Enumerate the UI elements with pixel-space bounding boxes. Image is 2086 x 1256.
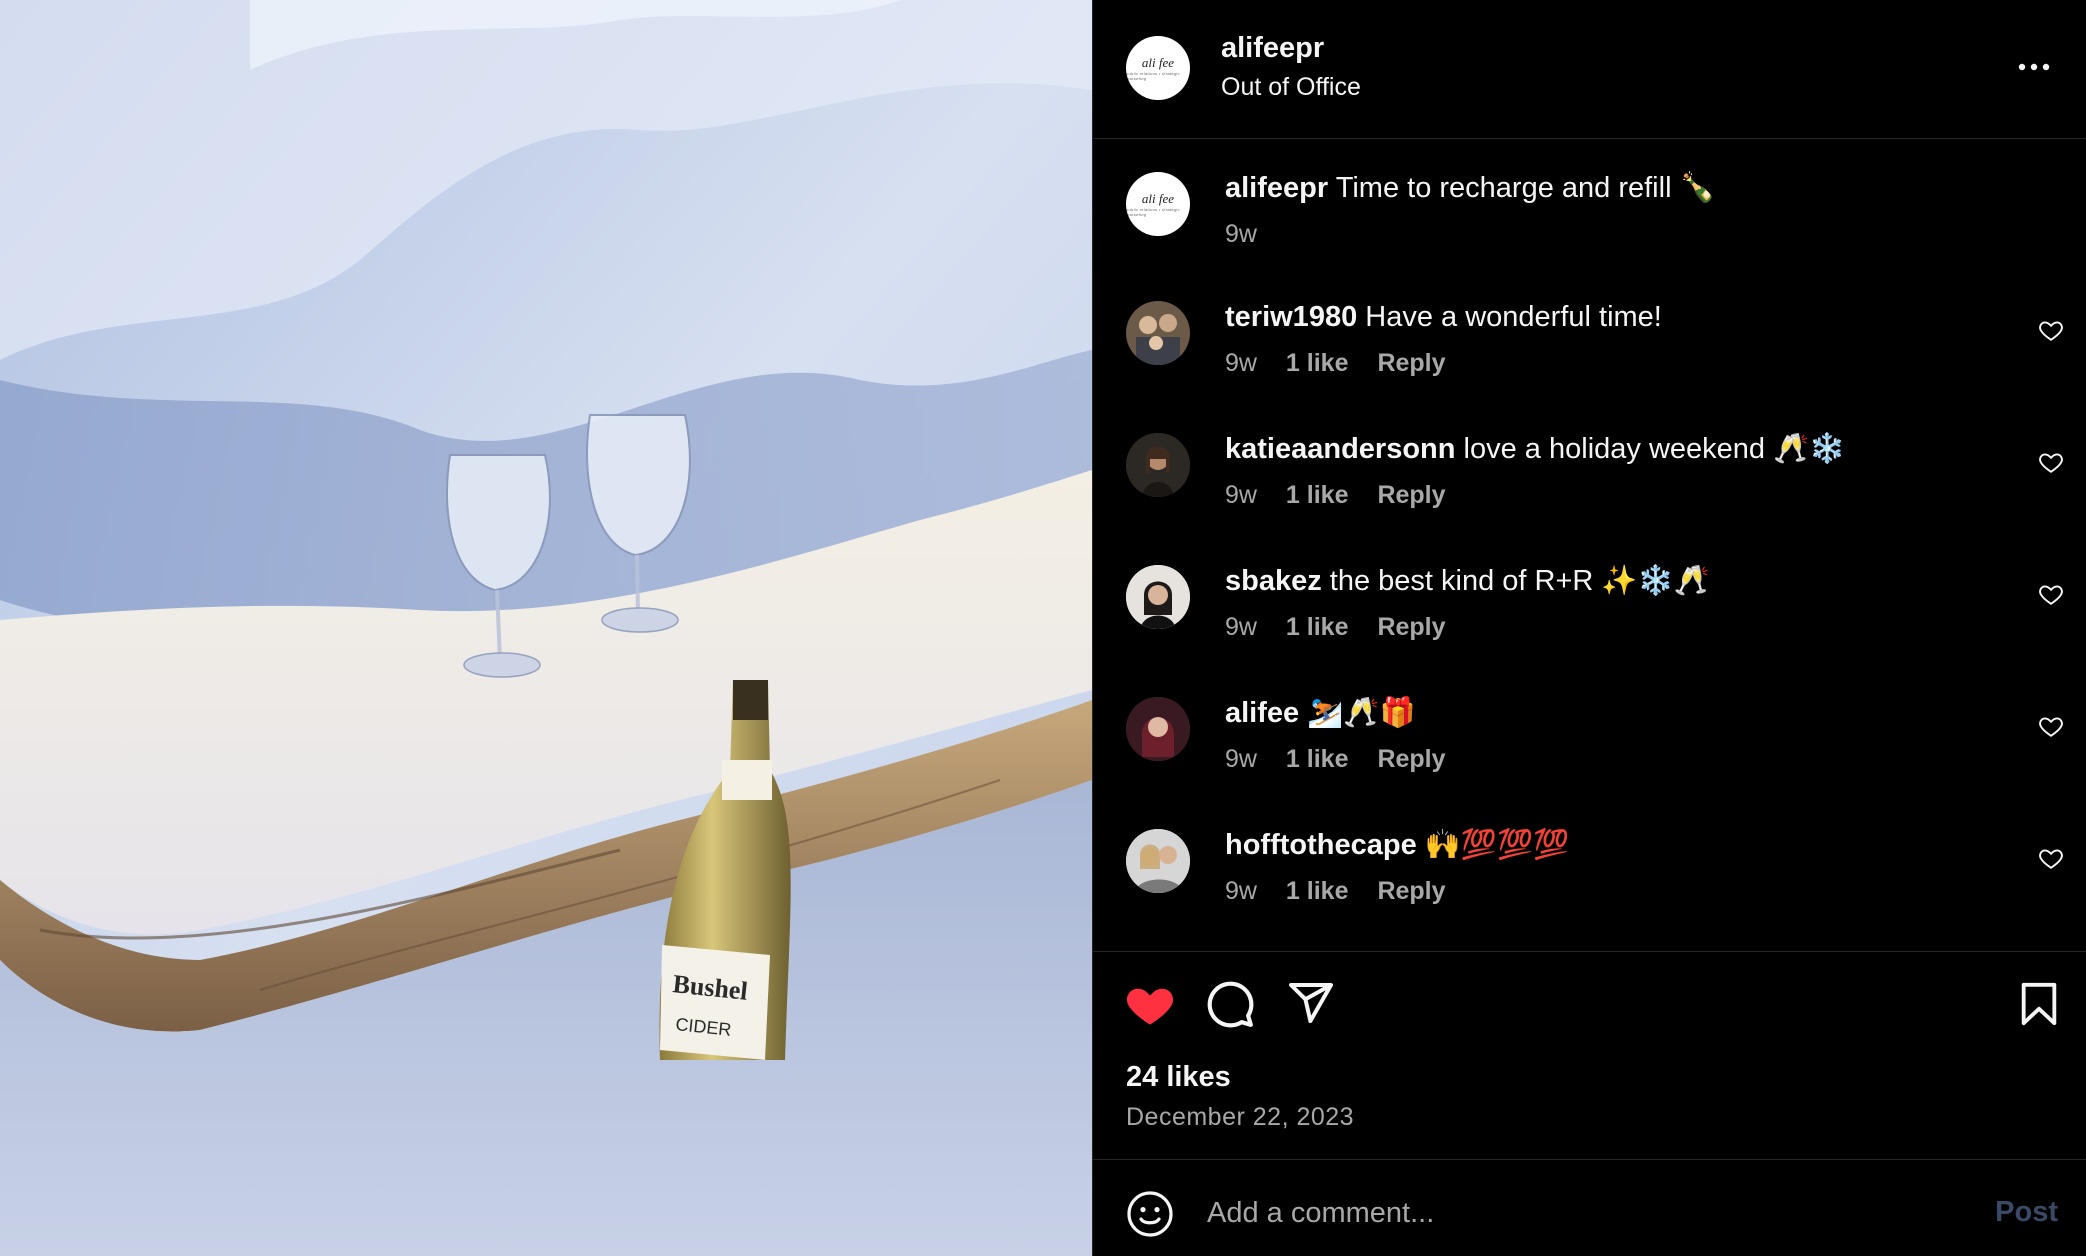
heart-outline-icon[interactable] [2038, 449, 2064, 475]
post-date[interactable]: December 22, 2023 [1126, 1103, 1354, 1132]
comment-time[interactable]: 9w [1225, 877, 1257, 905]
comment-text: Have a wonderful time! [1365, 301, 1662, 333]
share-icon[interactable] [1287, 979, 1335, 1027]
comment-meta: 9w 1 like Reply [1225, 613, 1468, 642]
reply-button[interactable]: Reply [1377, 613, 1445, 641]
heart-outline-icon[interactable] [2038, 713, 2064, 739]
comment-input[interactable] [1205, 1186, 1929, 1240]
snow-scene-illustration: Bushel CIDER [0, 0, 1092, 1256]
comment-time[interactable]: 9w [1225, 745, 1257, 773]
reply-button[interactable]: Reply [1377, 745, 1445, 773]
instagram-post-view: Bushel CIDER ali fee public relations • … [0, 0, 2086, 1256]
caption-avatar[interactable]: ali fee public relations • strategic mar… [1126, 172, 1190, 236]
commenter-avatar[interactable] [1126, 433, 1190, 497]
comment-meta: 9w 1 like Reply [1225, 481, 1468, 510]
comment-likes[interactable]: 1 like [1286, 613, 1349, 641]
comment-meta: 9w 1 like Reply [1225, 349, 1468, 378]
author-avatar[interactable]: ali fee public relations • strategic mar… [1126, 36, 1190, 100]
comment-username[interactable]: teriw1980 [1225, 301, 1357, 333]
caption: ali fee public relations • strategic mar… [1093, 170, 2086, 280]
reply-button[interactable]: Reply [1377, 481, 1445, 509]
commenter-avatar[interactable] [1126, 697, 1190, 761]
post-header: ali fee public relations • strategic mar… [1093, 0, 2086, 139]
reply-button[interactable]: Reply [1377, 877, 1445, 905]
caption-username[interactable]: alifeepr [1225, 172, 1328, 204]
more-icon[interactable] [2016, 52, 2052, 82]
comment-likes[interactable]: 1 like [1286, 877, 1349, 905]
author-username[interactable]: alifeepr [1221, 32, 1324, 65]
commenter-avatar[interactable] [1126, 301, 1190, 365]
comment-time[interactable]: 9w [1225, 481, 1257, 509]
comment-text-line: hofftothecape 🙌💯💯💯 [1225, 827, 1569, 863]
reply-button[interactable]: Reply [1377, 349, 1445, 377]
caption-text-line: alifeepr Time to recharge and refill 🍾 [1225, 170, 1716, 206]
caption-meta: 9w [1225, 220, 1279, 249]
comment-composer: Post [1093, 1160, 2086, 1256]
comment-item: teriw1980 Have a wonderful time! 9w 1 li… [1093, 299, 2086, 409]
heart-outline-icon[interactable] [2038, 581, 2064, 607]
comment-item: alifee ⛷️🥂🎁 9w 1 like Reply [1093, 695, 2086, 805]
post-details-panel: ali fee public relations • strategic mar… [1093, 0, 2086, 1256]
comment-text: ⛷️🥂🎁 [1307, 697, 1416, 729]
comment-username[interactable]: hofftothecape [1225, 829, 1417, 861]
comment-time[interactable]: 9w [1225, 613, 1257, 641]
comment-text: 🙌💯💯💯 [1424, 829, 1570, 861]
comment-username[interactable]: sbakez [1225, 565, 1322, 597]
bookmark-icon[interactable] [2019, 981, 2059, 1027]
comment-item: sbakez the best kind of R+R ✨❄️🥂 9w 1 li… [1093, 563, 2086, 673]
comment-likes[interactable]: 1 like [1286, 349, 1349, 377]
comment-meta: 9w 1 like Reply [1225, 745, 1468, 774]
comment-icon[interactable] [1205, 979, 1255, 1029]
comment-item: hofftothecape 🙌💯💯💯 9w 1 like Reply [1093, 827, 2086, 937]
post-comment-button[interactable]: Post [1995, 1196, 2058, 1229]
comment-username[interactable]: alifee [1225, 697, 1299, 729]
avatar-logo-text: ali fee [1141, 190, 1175, 206]
emoji-icon[interactable] [1126, 1190, 1174, 1238]
comment-username[interactable]: katieaandersonn [1225, 433, 1455, 465]
commenter-avatar[interactable] [1126, 829, 1190, 893]
comment-text-line: alifee ⛷️🥂🎁 [1225, 695, 1416, 731]
avatar-logo-tagline: public relations • strategic marketing [1126, 206, 1180, 217]
comment-meta: 9w 1 like Reply [1225, 877, 1468, 906]
comment-likes[interactable]: 1 like [1286, 745, 1349, 773]
comment-text: love a holiday weekend 🥂❄️ [1463, 433, 1846, 465]
likes-count[interactable]: 24 likes [1126, 1061, 1231, 1094]
post-image[interactable]: Bushel CIDER [0, 0, 1092, 1256]
actions-divider [1093, 951, 2086, 952]
comment-text: the best kind of R+R ✨❄️🥂 [1329, 565, 1710, 597]
heart-filled-icon[interactable] [1124, 979, 1176, 1027]
heart-outline-icon[interactable] [2038, 845, 2064, 871]
comment-text-line: sbakez the best kind of R+R ✨❄️🥂 [1225, 563, 1710, 599]
comment-time[interactable]: 9w [1225, 349, 1257, 377]
post-location[interactable]: Out of Office [1221, 73, 1361, 102]
comment-likes[interactable]: 1 like [1286, 481, 1349, 509]
comment-item: katieaandersonn love a holiday weekend 🥂… [1093, 431, 2086, 541]
comment-text-line: teriw1980 Have a wonderful time! [1225, 299, 1662, 335]
caption-time[interactable]: 9w [1225, 220, 1257, 248]
avatar-logo-tagline: public relations • strategic marketing [1126, 70, 1180, 81]
comment-text-line: katieaandersonn love a holiday weekend 🥂… [1225, 431, 1845, 467]
avatar-logo-text: ali fee [1141, 54, 1175, 70]
commenter-avatar[interactable] [1126, 565, 1190, 629]
heart-outline-icon[interactable] [2038, 317, 2064, 343]
caption-text: Time to recharge and refill 🍾 [1335, 172, 1716, 204]
